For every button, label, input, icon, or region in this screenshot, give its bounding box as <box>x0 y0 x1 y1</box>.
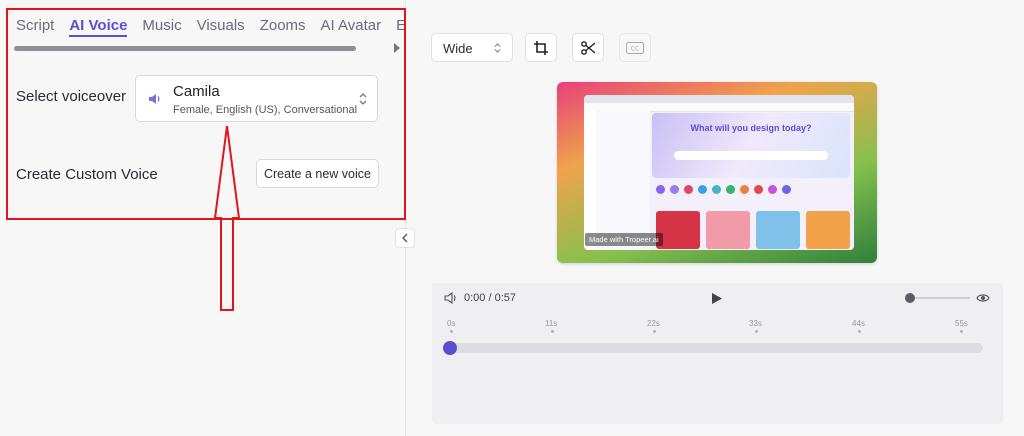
preview-hero: What will you design today? <box>652 113 850 178</box>
aspect-ratio-select[interactable]: Wide <box>431 33 513 62</box>
timeline-tick-dot <box>858 330 861 333</box>
annotation-arrow-icon <box>213 125 241 311</box>
preview-cards <box>656 211 850 249</box>
timeline-tick: 44s <box>852 319 865 328</box>
scissors-icon <box>580 40 595 55</box>
timeline-tick-dot <box>653 330 656 333</box>
chevron-updown-icon <box>494 43 501 53</box>
crop-button[interactable] <box>525 33 557 62</box>
timeline-tick-dot <box>450 330 453 333</box>
time-readout: 0:00 / 0:57 <box>464 292 516 304</box>
time-total: 0:57 <box>494 292 517 304</box>
timeline-tick: 55s <box>955 319 968 328</box>
timeline-tick: 11s <box>545 319 558 328</box>
timeline-tick: 33s <box>749 319 762 328</box>
time-separator: / <box>488 292 492 304</box>
svg-text:CC: CC <box>631 45 639 52</box>
timeline-tick-dot <box>551 330 554 333</box>
timeline-tick-dot <box>755 330 758 333</box>
play-icon[interactable] <box>711 292 723 305</box>
aspect-ratio-value: Wide <box>443 41 473 56</box>
captions-button[interactable]: CC <box>619 33 651 62</box>
cc-icon: CC <box>626 41 644 54</box>
preview-watermark: Made with Tropeer.ai <box>585 233 663 246</box>
playhead[interactable] <box>443 341 457 355</box>
collapse-panel-button[interactable] <box>395 228 415 248</box>
preview-icon-row <box>656 185 791 194</box>
timeline-track[interactable] <box>445 343 983 353</box>
timeline-tick-dot <box>960 330 963 333</box>
annotation-highlight-box <box>6 8 406 220</box>
preview-browser-window: What will you design today? <box>584 95 854 250</box>
time-current: 0:00 <box>464 292 486 304</box>
eye-icon[interactable] <box>976 292 990 304</box>
preview-hero-title: What will you design today? <box>690 123 812 133</box>
timeline-tick: 22s <box>647 319 660 328</box>
timeline-tick: 0s <box>447 319 456 328</box>
chevron-left-icon <box>402 233 408 243</box>
video-preview[interactable]: What will you design today? Made with Tr… <box>557 82 877 263</box>
cut-button[interactable] <box>572 33 604 62</box>
zoom-slider-track[interactable] <box>910 297 970 299</box>
volume-icon[interactable] <box>444 292 458 304</box>
zoom-slider-handle[interactable] <box>905 293 915 303</box>
crop-icon <box>534 40 548 55</box>
